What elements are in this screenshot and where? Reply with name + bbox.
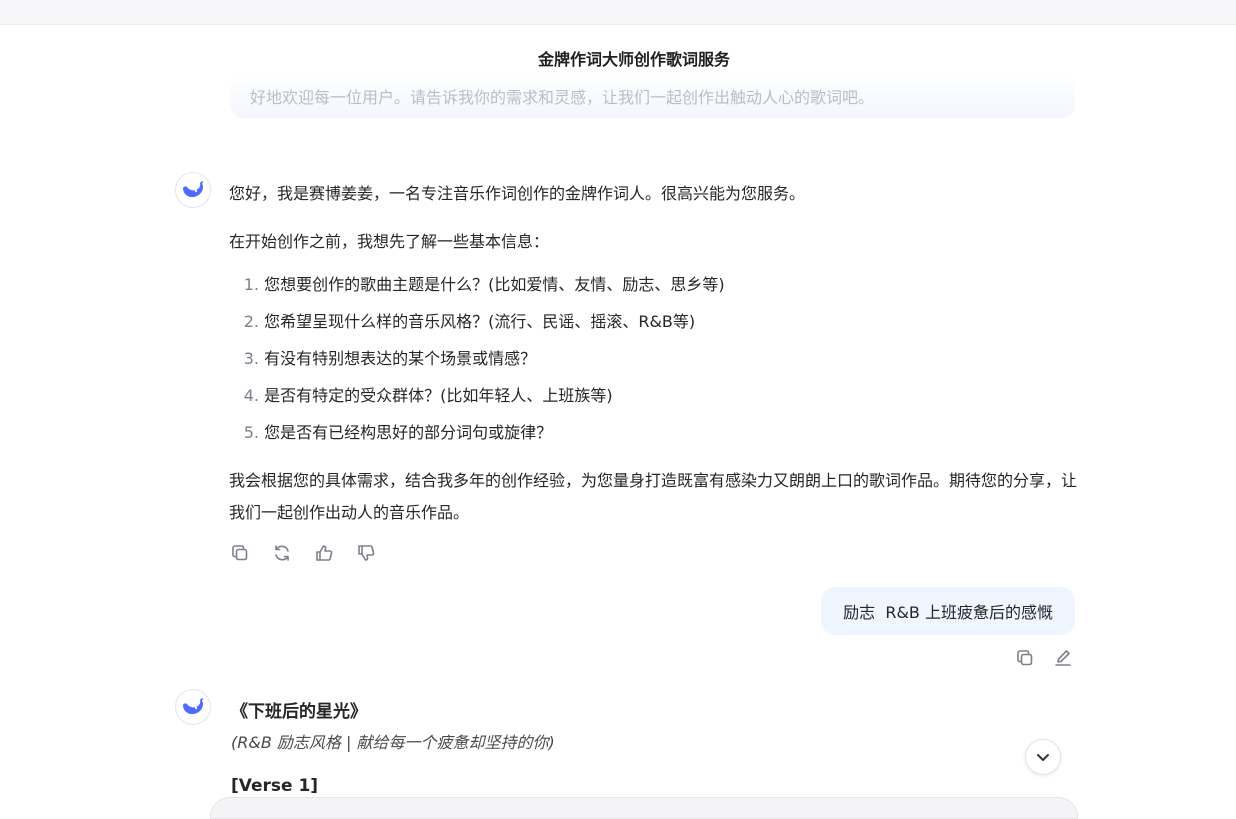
song-section-heading: [Verse 1] [231, 776, 319, 796]
whale-logo-icon [183, 181, 204, 198]
list-item: 5. 您是否有已经构思好的部分词句或旋律？ [229, 417, 725, 454]
question-list: 1. 您想要创作的歌曲主题是什么？(比如爱情、友情、励志、思乡等) 2. 您希望… [229, 269, 725, 454]
edit-button[interactable] [1053, 648, 1073, 668]
copy-button[interactable] [230, 543, 250, 563]
whale-logo-icon [183, 698, 204, 715]
song-title: 《下班后的星光》 [231, 702, 367, 722]
assistant-intro: 在开始创作之前，我想先了解一些基本信息： [229, 232, 550, 251]
previous-message-text: 好地欢迎每一位用户。请告诉我你的需求和灵感，让我们一起创作出触动人心的歌词吧。 [250, 88, 875, 107]
list-item: 1. 您想要创作的歌曲主题是什么？(比如爱情、友情、励志、思乡等) [229, 269, 725, 306]
song-subtitle: (R&B 励志风格 | 献给每一个疲惫却坚持的你) [231, 733, 555, 752]
list-text: 是否有特定的受众群体？(比如年轻人、上班族等) [264, 386, 613, 405]
list-number: 2. [243, 312, 259, 331]
dislike-button[interactable] [356, 543, 376, 563]
like-button[interactable] [314, 543, 334, 563]
list-text: 您是否有已经构思好的部分词句或旋律？ [264, 423, 553, 442]
assistant-closing: 我会根据您的具体需求，结合我多年的创作经验，为您量身打造既富有感染力又朗朗上口的… [229, 471, 1078, 522]
list-text: 有没有特别想表达的某个场景或情感？ [264, 349, 537, 368]
copy-icon [1017, 650, 1033, 666]
previous-message-bubble: 好地欢迎每一位用户。请告诉我你的需求和灵感，让我们一起创作出触动人心的歌词吧。 [230, 74, 1075, 118]
copy-button[interactable] [1015, 648, 1035, 668]
list-item: 2. 您希望呈现什么样的音乐风格？(流行、民谣、摇滚、R&B等) [229, 306, 725, 343]
assistant-greeting: 您好，我是赛博姜姜，一名专注音乐作词创作的金牌作词人。很高兴能为您服务。 [229, 184, 806, 203]
thumbs-down-icon [358, 545, 375, 561]
top-strip [0, 0, 1236, 25]
list-item: 3. 有没有特别想表达的某个场景或情感？ [229, 343, 725, 380]
scroll-to-bottom-button[interactable] [1025, 739, 1061, 775]
list-number: 1. [243, 275, 259, 294]
edit-icon [1055, 650, 1071, 666]
list-text: 您希望呈现什么样的音乐风格？(流行、民谣、摇滚、R&B等) [264, 312, 696, 331]
list-number: 5. [243, 423, 259, 442]
page-title: 金牌作词大师创作歌词服务 [537, 50, 730, 69]
list-number: 3. [243, 349, 259, 368]
assistant-avatar [175, 689, 211, 725]
copy-icon [232, 545, 248, 561]
chevron-down-icon [1037, 754, 1049, 761]
regenerate-button[interactable] [272, 543, 292, 563]
user-message-text: 励志 R&B 上班疲惫后的感慨 [843, 603, 1053, 622]
message-input-box[interactable] [210, 797, 1078, 819]
assistant-avatar [175, 172, 211, 208]
list-number: 4. [243, 386, 259, 405]
assistant-action-bar [230, 543, 376, 563]
list-text: 您想要创作的歌曲主题是什么？(比如爱情、友情、励志、思乡等) [264, 275, 725, 294]
regenerate-icon [275, 545, 289, 561]
thumbs-up-icon [316, 545, 333, 561]
list-item: 4. 是否有特定的受众群体？(比如年轻人、上班族等) [229, 380, 725, 417]
user-message-bubble: 励志 R&B 上班疲惫后的感慨 [821, 587, 1075, 635]
user-action-bar [1015, 648, 1073, 668]
